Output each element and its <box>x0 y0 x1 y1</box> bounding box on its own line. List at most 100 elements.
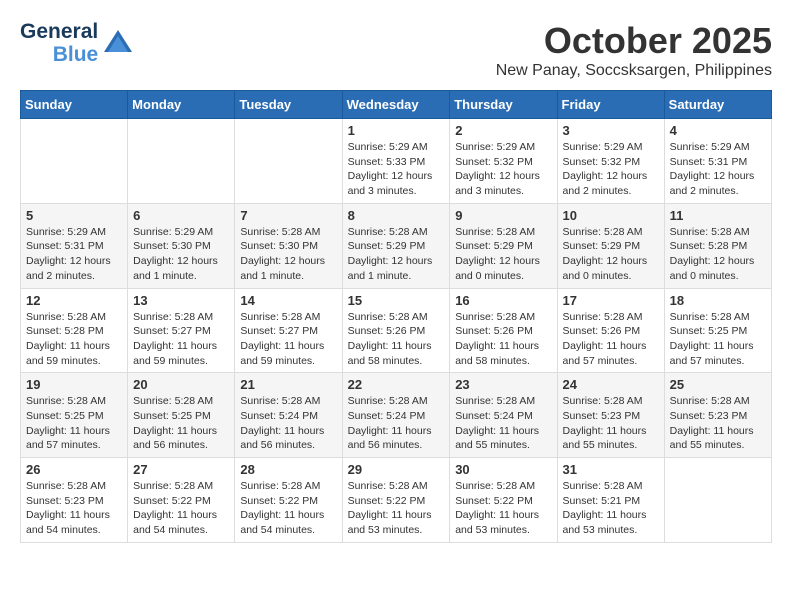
day-number: 23 <box>455 377 551 392</box>
weekday-header: Saturday <box>664 91 771 119</box>
day-number: 6 <box>133 208 229 223</box>
calendar-week-row: 19 Sunrise: 5:28 AM Sunset: 5:25 PM Dayli… <box>21 373 772 458</box>
day-info: Sunrise: 5:28 AM Sunset: 5:25 PM Dayligh… <box>26 394 122 453</box>
day-info: Sunrise: 5:28 AM Sunset: 5:22 PM Dayligh… <box>455 479 551 538</box>
day-info: Sunrise: 5:28 AM Sunset: 5:29 PM Dayligh… <box>563 225 659 284</box>
day-number: 12 <box>26 293 122 308</box>
day-number: 30 <box>455 462 551 477</box>
day-info: Sunrise: 5:28 AM Sunset: 5:28 PM Dayligh… <box>26 310 122 369</box>
day-number: 26 <box>26 462 122 477</box>
calendar-cell: 9 Sunrise: 5:28 AM Sunset: 5:29 PM Daylig… <box>450 203 557 288</box>
calendar-cell: 6Sunrise: 5:29 AM Sunset: 5:30 PM Daylig… <box>128 203 235 288</box>
day-number: 19 <box>26 377 122 392</box>
calendar-cell: 10 Sunrise: 5:28 AM Sunset: 5:29 PM Dayli… <box>557 203 664 288</box>
calendar-cell: 1 Sunrise: 5:29 AM Sunset: 5:33 PM Daylig… <box>342 119 450 204</box>
day-number: 15 <box>348 293 445 308</box>
day-number: 10 <box>563 208 659 223</box>
calendar-cell: 30 Sunrise: 5:28 AM Sunset: 5:22 PM Dayli… <box>450 458 557 543</box>
calendar-cell: 22 Sunrise: 5:28 AM Sunset: 5:24 PM Dayli… <box>342 373 450 458</box>
day-number: 1 <box>348 123 445 138</box>
day-number: 25 <box>670 377 766 392</box>
calendar-cell <box>664 458 771 543</box>
day-number: 27 <box>133 462 229 477</box>
day-info: Sunrise: 5:29 AM Sunset: 5:33 PM Dayligh… <box>348 140 445 199</box>
calendar-cell <box>21 119 128 204</box>
day-info: Sunrise: 5:28 AM Sunset: 5:29 PM Dayligh… <box>455 225 551 284</box>
day-info: Sunrise: 5:28 AM Sunset: 5:25 PM Dayligh… <box>133 394 229 453</box>
day-info: Sunrise: 5:28 AM Sunset: 5:26 PM Dayligh… <box>563 310 659 369</box>
calendar-cell: 5Sunrise: 5:29 AM Sunset: 5:31 PM Daylig… <box>21 203 128 288</box>
day-number: 16 <box>455 293 551 308</box>
day-info: Sunrise: 5:28 AM Sunset: 5:28 PM Dayligh… <box>670 225 766 284</box>
day-info: Sunrise: 5:28 AM Sunset: 5:24 PM Dayligh… <box>240 394 336 453</box>
calendar-cell: 11Sunrise: 5:28 AM Sunset: 5:28 PM Dayli… <box>664 203 771 288</box>
month-title: October 2025 <box>496 20 772 62</box>
calendar-cell: 15 Sunrise: 5:28 AM Sunset: 5:26 PM Dayli… <box>342 288 450 373</box>
calendar-cell: 28 Sunrise: 5:28 AM Sunset: 5:22 PM Dayli… <box>235 458 342 543</box>
day-number: 14 <box>240 293 336 308</box>
day-number: 29 <box>348 462 445 477</box>
calendar-week-row: 1 Sunrise: 5:29 AM Sunset: 5:33 PM Daylig… <box>21 119 772 204</box>
day-info: Sunrise: 5:28 AM Sunset: 5:25 PM Dayligh… <box>670 310 766 369</box>
calendar-cell: 29 Sunrise: 5:28 AM Sunset: 5:22 PM Dayli… <box>342 458 450 543</box>
weekday-header: Friday <box>557 91 664 119</box>
logo-general: General <box>20 20 98 43</box>
day-number: 9 <box>455 208 551 223</box>
calendar-cell: 3Sunrise: 5:29 AM Sunset: 5:32 PM Daylig… <box>557 119 664 204</box>
logo-icon <box>104 30 132 57</box>
weekday-header: Sunday <box>21 91 128 119</box>
day-number: 18 <box>670 293 766 308</box>
calendar-cell: 4 Sunrise: 5:29 AM Sunset: 5:31 PM Daylig… <box>664 119 771 204</box>
day-info: Sunrise: 5:28 AM Sunset: 5:26 PM Dayligh… <box>348 310 445 369</box>
calendar-cell <box>128 119 235 204</box>
day-number: 7 <box>240 208 336 223</box>
calendar-table: SundayMondayTuesdayWednesdayThursdayFrid… <box>20 90 772 543</box>
day-info: Sunrise: 5:28 AM Sunset: 5:22 PM Dayligh… <box>348 479 445 538</box>
calendar-cell: 14 Sunrise: 5:28 AM Sunset: 5:27 PM Dayli… <box>235 288 342 373</box>
day-info: Sunrise: 5:28 AM Sunset: 5:30 PM Dayligh… <box>240 225 336 284</box>
calendar-cell: 21 Sunrise: 5:28 AM Sunset: 5:24 PM Dayli… <box>235 373 342 458</box>
day-info: Sunrise: 5:29 AM Sunset: 5:31 PM Dayligh… <box>26 225 122 284</box>
calendar-cell: 24Sunrise: 5:28 AM Sunset: 5:23 PM Dayli… <box>557 373 664 458</box>
day-number: 4 <box>670 123 766 138</box>
weekday-header: Tuesday <box>235 91 342 119</box>
calendar-cell: 8Sunrise: 5:28 AM Sunset: 5:29 PM Daylig… <box>342 203 450 288</box>
location-title: New Panay, Soccsksargen, Philippines <box>496 62 772 80</box>
day-info: Sunrise: 5:29 AM Sunset: 5:32 PM Dayligh… <box>455 140 551 199</box>
calendar-cell: 19 Sunrise: 5:28 AM Sunset: 5:25 PM Dayli… <box>21 373 128 458</box>
day-number: 17 <box>563 293 659 308</box>
calendar-cell: 27 Sunrise: 5:28 AM Sunset: 5:22 PM Dayli… <box>128 458 235 543</box>
day-info: Sunrise: 5:29 AM Sunset: 5:31 PM Dayligh… <box>670 140 766 199</box>
weekday-header: Thursday <box>450 91 557 119</box>
calendar-cell: 12 Sunrise: 5:28 AM Sunset: 5:28 PM Dayli… <box>21 288 128 373</box>
day-info: Sunrise: 5:28 AM Sunset: 5:24 PM Dayligh… <box>455 394 551 453</box>
day-info: Sunrise: 5:28 AM Sunset: 5:29 PM Dayligh… <box>348 225 445 284</box>
weekday-header: Wednesday <box>342 91 450 119</box>
day-number: 13 <box>133 293 229 308</box>
day-info: Sunrise: 5:28 AM Sunset: 5:24 PM Dayligh… <box>348 394 445 453</box>
calendar-week-row: 5Sunrise: 5:29 AM Sunset: 5:31 PM Daylig… <box>21 203 772 288</box>
calendar-cell: 26Sunrise: 5:28 AM Sunset: 5:23 PM Dayli… <box>21 458 128 543</box>
weekday-header-row: SundayMondayTuesdayWednesdayThursdayFrid… <box>21 91 772 119</box>
calendar-cell: 20Sunrise: 5:28 AM Sunset: 5:25 PM Dayli… <box>128 373 235 458</box>
day-number: 22 <box>348 377 445 392</box>
calendar-cell: 2 Sunrise: 5:29 AM Sunset: 5:32 PM Daylig… <box>450 119 557 204</box>
title-section: October 2025 New Panay, Soccsksargen, Ph… <box>496 20 772 80</box>
day-info: Sunrise: 5:28 AM Sunset: 5:23 PM Dayligh… <box>563 394 659 453</box>
day-number: 28 <box>240 462 336 477</box>
calendar-week-row: 26Sunrise: 5:28 AM Sunset: 5:23 PM Dayli… <box>21 458 772 543</box>
day-info: Sunrise: 5:28 AM Sunset: 5:21 PM Dayligh… <box>563 479 659 538</box>
day-number: 31 <box>563 462 659 477</box>
logo-blue: Blue <box>53 43 99 66</box>
calendar-cell: 7 Sunrise: 5:28 AM Sunset: 5:30 PM Daylig… <box>235 203 342 288</box>
calendar-cell: 23 Sunrise: 5:28 AM Sunset: 5:24 PM Dayli… <box>450 373 557 458</box>
day-number: 21 <box>240 377 336 392</box>
calendar-cell: 31 Sunrise: 5:28 AM Sunset: 5:21 PM Dayli… <box>557 458 664 543</box>
day-info: Sunrise: 5:28 AM Sunset: 5:22 PM Dayligh… <box>133 479 229 538</box>
day-info: Sunrise: 5:28 AM Sunset: 5:27 PM Dayligh… <box>133 310 229 369</box>
day-info: Sunrise: 5:28 AM Sunset: 5:22 PM Dayligh… <box>240 479 336 538</box>
day-info: Sunrise: 5:28 AM Sunset: 5:27 PM Dayligh… <box>240 310 336 369</box>
calendar-cell: 18 Sunrise: 5:28 AM Sunset: 5:25 PM Dayli… <box>664 288 771 373</box>
day-number: 2 <box>455 123 551 138</box>
day-info: Sunrise: 5:29 AM Sunset: 5:32 PM Dayligh… <box>563 140 659 199</box>
